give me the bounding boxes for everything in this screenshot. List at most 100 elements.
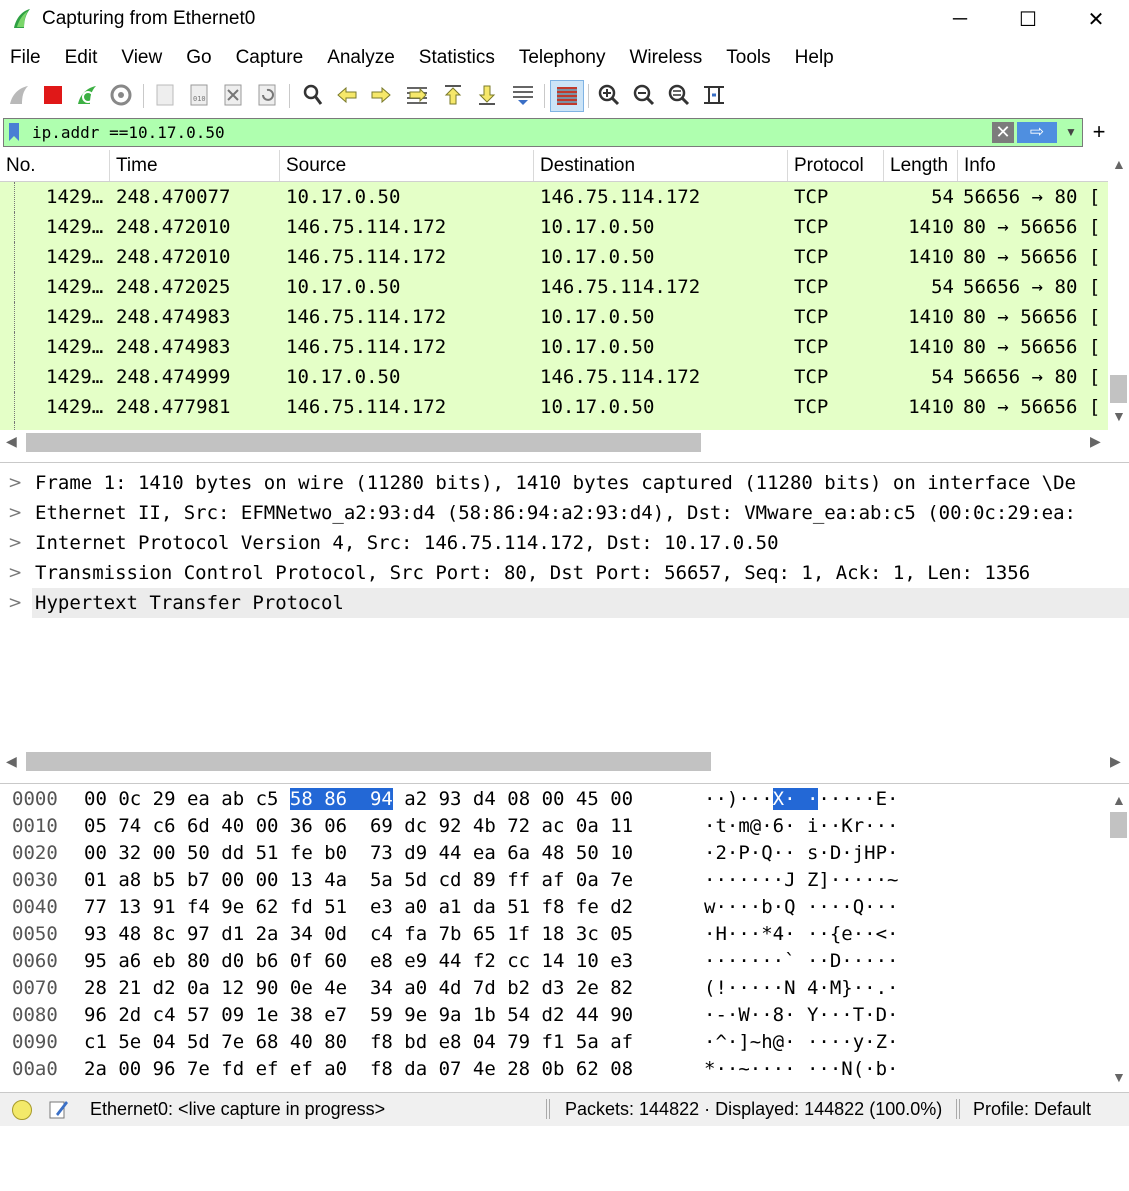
- reload-file-icon[interactable]: [252, 80, 282, 110]
- packet-row[interactable]: 1429… 248.472010 146.75.114.172 10.17.0.…: [0, 212, 1108, 242]
- menu-help[interactable]: Help: [783, 40, 846, 76]
- packet-row[interactable]: 1429… 248.474983 146.75.114.172 10.17.0.…: [0, 332, 1108, 362]
- zoom-in-icon[interactable]: [594, 80, 624, 110]
- packet-list-vertical-scroll-thumb[interactable]: [1110, 375, 1127, 403]
- colorize-icon[interactable]: [550, 80, 584, 112]
- column-header-protocol[interactable]: Protocol: [788, 150, 884, 181]
- packet-length: 54: [931, 366, 954, 388]
- packet-info: 80 → 56656 [: [963, 306, 1101, 328]
- menu-tools[interactable]: Tools: [714, 40, 782, 76]
- packet-length: 1410: [908, 336, 954, 358]
- bytes-vertical-scroll-thumb[interactable]: [1110, 812, 1127, 838]
- menu-go[interactable]: Go: [174, 40, 223, 76]
- stop-capture-icon[interactable]: [38, 80, 68, 110]
- bytes-row[interactable]: 0060 95 a6 eb 80 d0 b6 0f 60 e8 e9 44 f2…: [0, 948, 1108, 975]
- maximize-button[interactable]: ☐: [998, 0, 1058, 38]
- restart-capture-icon[interactable]: [72, 80, 102, 110]
- scroll-right-icon[interactable]: ▶: [1090, 433, 1101, 450]
- status-interface: Ethernet0: <live capture in progress>: [90, 1099, 386, 1119]
- menu-edit[interactable]: Edit: [53, 40, 110, 76]
- scroll-up-icon[interactable]: ▲: [1112, 792, 1126, 808]
- packet-row-partial[interactable]: [0, 422, 1108, 430]
- packet-details: > Frame 1: 1410 bytes on wire (11280 bit…: [0, 462, 1129, 748]
- open-file-icon[interactable]: [150, 80, 180, 110]
- menu-file[interactable]: File: [0, 40, 53, 76]
- column-header-time[interactable]: Time: [110, 150, 280, 181]
- expand-arrow-icon[interactable]: >: [8, 498, 24, 528]
- normal-size-icon[interactable]: [664, 80, 694, 110]
- minimize-button[interactable]: ─: [930, 0, 990, 38]
- close-file-icon[interactable]: [218, 80, 248, 110]
- detail-row-http[interactable]: > Hypertext Transfer Protocol: [0, 588, 1129, 618]
- shark-fin-start-icon[interactable]: [4, 80, 34, 110]
- bytes-row[interactable]: 0040 77 13 91 f4 9e 62 fd 51 e3 a0 a1 da…: [0, 894, 1108, 921]
- detail-row-ethernet[interactable]: > Ethernet II, Src: EFMNetwo_a2:93:d4 (5…: [0, 498, 1129, 528]
- packet-protocol: TCP: [794, 396, 829, 418]
- clear-filter-icon[interactable]: ✕: [992, 122, 1014, 143]
- menu-capture[interactable]: Capture: [224, 40, 316, 76]
- menu-analyze[interactable]: Analyze: [315, 40, 407, 76]
- packet-row[interactable]: 1429… 248.474999 10.17.0.50 146.75.114.1…: [0, 362, 1108, 392]
- scroll-down-icon[interactable]: ▼: [1112, 408, 1126, 424]
- detail-row-ip[interactable]: > Internet Protocol Version 4, Src: 146.…: [0, 528, 1129, 558]
- find-packet-icon[interactable]: [298, 80, 328, 110]
- packet-row[interactable]: 1429… 248.472025 10.17.0.50 146.75.114.1…: [0, 272, 1108, 302]
- go-forward-icon[interactable]: [366, 80, 396, 110]
- column-header-length[interactable]: Length: [884, 150, 958, 181]
- packet-row[interactable]: 1429… 248.470077 10.17.0.50 146.75.114.1…: [0, 182, 1108, 212]
- go-to-packet-icon[interactable]: [402, 80, 432, 110]
- column-header-info[interactable]: Info: [958, 150, 1108, 181]
- scroll-down-icon[interactable]: ▼: [1112, 1069, 1126, 1085]
- menu-statistics[interactable]: Statistics: [407, 40, 507, 76]
- filter-history-dropdown-icon[interactable]: ▼: [1060, 122, 1082, 143]
- menu-telephony[interactable]: Telephony: [507, 40, 618, 76]
- save-file-icon[interactable]: 010: [184, 80, 214, 110]
- column-header-no[interactable]: No.: [0, 150, 110, 181]
- bookmark-icon[interactable]: [8, 122, 20, 142]
- apply-filter-icon[interactable]: ⇨: [1017, 122, 1057, 143]
- display-filter-input[interactable]: [32, 119, 987, 146]
- bytes-row[interactable]: 0020 00 32 00 50 dd 51 fe b0 73 d9 44 ea…: [0, 840, 1108, 867]
- go-back-icon[interactable]: [332, 80, 362, 110]
- detail-row-frame[interactable]: > Frame 1: 1410 bytes on wire (11280 bit…: [0, 468, 1129, 498]
- close-button[interactable]: ✕: [1066, 0, 1126, 38]
- packet-row[interactable]: 1429… 248.474983 146.75.114.172 10.17.0.…: [0, 302, 1108, 332]
- column-header-destination[interactable]: Destination: [534, 150, 788, 181]
- capture-comment-icon[interactable]: [48, 1098, 70, 1120]
- bytes-row[interactable]: 0010 05 74 c6 6d 40 00 36 06 69 dc 92 4b…: [0, 813, 1108, 840]
- status-profile[interactable]: Profile: Default: [973, 1099, 1091, 1120]
- bytes-row[interactable]: 0000 00 0c 29 ea ab c5 58 86 94 a2 93 d4…: [0, 786, 1108, 813]
- scroll-left-icon[interactable]: ◀: [6, 753, 17, 770]
- packet-list-horizontal-scroll-thumb[interactable]: [26, 433, 701, 452]
- menu-wireless[interactable]: Wireless: [617, 40, 714, 76]
- capture-options-icon[interactable]: [106, 80, 136, 110]
- bytes-row[interactable]: 0030 01 a8 b5 b7 00 00 13 4a 5a 5d cd 89…: [0, 867, 1108, 894]
- scroll-left-icon[interactable]: ◀: [6, 433, 17, 450]
- packet-destination: 10.17.0.50: [540, 336, 655, 358]
- add-filter-button[interactable]: +: [1089, 118, 1109, 145]
- expand-arrow-icon[interactable]: >: [8, 528, 24, 558]
- go-first-packet-icon[interactable]: [438, 80, 468, 110]
- bytes-row[interactable]: 00a0 2a 00 96 7e fd ef ef a0 f8 da 07 4e…: [0, 1056, 1108, 1083]
- auto-scroll-icon[interactable]: [508, 80, 538, 110]
- detail-row-tcp[interactable]: > Transmission Control Protocol, Src Por…: [0, 558, 1129, 588]
- expand-arrow-icon[interactable]: >: [8, 558, 24, 588]
- column-header-source[interactable]: Source: [280, 150, 534, 181]
- bytes-row[interactable]: 0050 93 48 8c 97 d1 2a 34 0d c4 fa 7b 65…: [0, 921, 1108, 948]
- bytes-row[interactable]: 0070 28 21 d2 0a 12 90 0e 4e 34 a0 4d 7d…: [0, 975, 1108, 1002]
- resize-columns-icon[interactable]: [699, 80, 729, 110]
- expand-arrow-icon[interactable]: >: [8, 468, 24, 498]
- details-horizontal-scroll-thumb[interactable]: [26, 752, 711, 771]
- zoom-out-icon[interactable]: [629, 80, 659, 110]
- scroll-right-icon[interactable]: ▶: [1110, 753, 1121, 770]
- menu-view[interactable]: View: [109, 40, 174, 76]
- scroll-up-icon[interactable]: ▲: [1112, 156, 1126, 172]
- expert-info-indicator-icon[interactable]: [12, 1100, 32, 1120]
- packet-row[interactable]: 1429… 248.477981 146.75.114.172 10.17.0.…: [0, 392, 1108, 422]
- packet-time: 248.477981: [116, 396, 231, 418]
- expand-arrow-icon[interactable]: >: [8, 588, 24, 618]
- bytes-row[interactable]: 0090 c1 5e 04 5d 7e 68 40 80 f8 bd e8 04…: [0, 1029, 1108, 1056]
- bytes-row[interactable]: 0080 96 2d c4 57 09 1e 38 e7 59 9e 9a 1b…: [0, 1002, 1108, 1029]
- go-last-packet-icon[interactable]: [472, 80, 502, 110]
- packet-row[interactable]: 1429… 248.472010 146.75.114.172 10.17.0.…: [0, 242, 1108, 272]
